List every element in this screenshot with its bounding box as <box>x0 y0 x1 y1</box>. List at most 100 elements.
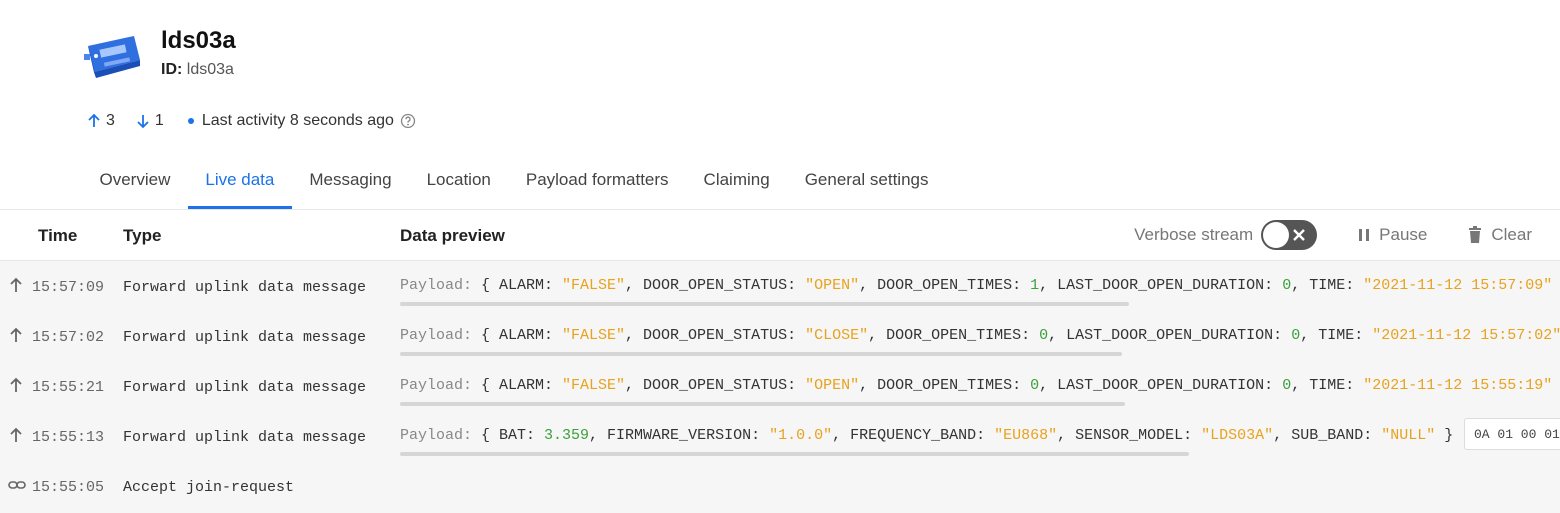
payload-scrollbar[interactable] <box>400 402 1125 406</box>
event-row[interactable]: 15:55:21 Forward uplink data message Paylo… <box>0 360 1560 410</box>
event-payload: Payload: { ALARM: "FALSE", DOOR_OPEN_STA… <box>400 277 1552 294</box>
payload-string: "FALSE" <box>562 327 626 344</box>
event-time: 15:57:09 <box>32 279 105 296</box>
event-row[interactable]: 15:57:09 Forward uplink data message Paylo… <box>0 260 1560 310</box>
payload-key: , TIME: <box>1291 277 1364 294</box>
payload-key: { ALARM: <box>481 377 563 394</box>
tab-live-data[interactable]: Live data <box>187 160 292 209</box>
payload-key: , DOOR_OPEN_TIMES: <box>859 377 1031 394</box>
arrow-up-icon <box>8 377 26 398</box>
payload-key: , DOOR_OPEN_TIMES: <box>868 327 1040 344</box>
tab-messaging[interactable]: Messaging <box>292 160 409 209</box>
event-type: Forward uplink data message <box>123 429 367 446</box>
payload-key: { BAT: <box>481 427 545 444</box>
uplink-count: 3 <box>86 112 115 130</box>
payload-number: 0 <box>1282 277 1292 294</box>
payload-string: "FALSE" <box>562 277 626 294</box>
payload-string: "1.0.0" <box>769 427 833 444</box>
device-id-label: ID: <box>161 61 183 78</box>
tab-location[interactable]: Location <box>409 160 508 209</box>
close-icon <box>1293 229 1306 241</box>
link-icon <box>8 477 26 498</box>
column-time: Time <box>38 226 78 245</box>
payload-key: , DOOR_OPEN_TIMES: <box>859 277 1031 294</box>
payload-scrollbar[interactable] <box>400 302 1129 306</box>
device-id-value: lds03a <box>186 61 234 78</box>
event-type: Forward uplink data message <box>123 379 367 396</box>
event-type: Accept join-request <box>123 479 295 496</box>
payload-key: , TIME: <box>1300 327 1373 344</box>
arrow-up-icon <box>88 113 100 127</box>
payload-key: , FREQUENCY_BAND: <box>832 427 995 444</box>
device-title: lds03a <box>161 27 236 54</box>
event-time: 15:55:21 <box>32 379 105 396</box>
payload-label: Payload: <box>400 277 482 294</box>
event-type: Forward uplink data message <box>123 279 367 296</box>
arrow-up-icon <box>8 327 26 348</box>
payload-key: { ALARM: <box>481 327 563 344</box>
pause-button[interactable]: Pause <box>1357 225 1427 245</box>
clear-button[interactable]: Clear <box>1467 225 1532 245</box>
verbose-stream-toggle[interactable] <box>1261 220 1318 250</box>
last-activity-label: Last activity <box>201 112 286 129</box>
toggle-knob <box>1263 222 1290 248</box>
downlink-count: 1 <box>135 112 164 130</box>
payload-key: , DOOR_OPEN_STATUS: <box>625 327 806 344</box>
tab-overview[interactable]: Overview <box>82 160 188 209</box>
device-tabs: Overview Live data Messaging Location Pa… <box>82 160 946 209</box>
event-row[interactable]: 15:57:02 Forward uplink data message Paylo… <box>0 310 1560 360</box>
payload-string: "2021-11-12 15:57:09" <box>1363 277 1553 294</box>
payload-label: Payload: <box>400 427 482 444</box>
payload-key: , DOOR_OPEN_STATUS: <box>625 277 806 294</box>
payload-string: "OPEN" <box>805 377 860 394</box>
device-stats: 3 1 Last activity 8 seconds ago <box>86 110 416 132</box>
status-dot <box>187 118 194 124</box>
payload-label: Payload: <box>400 377 482 394</box>
event-payload: Payload: { ALARM: "FALSE", DOOR_OPEN_STA… <box>400 327 1560 344</box>
help-icon[interactable] <box>400 113 416 129</box>
payload-number: 3.359 <box>544 427 590 444</box>
device-id: ID: lds03a <box>161 61 234 79</box>
trash-icon <box>1469 226 1482 243</box>
payload-number: 0 <box>1030 377 1040 394</box>
event-payload: Payload: { ALARM: "FALSE", DOOR_OPEN_STA… <box>400 377 1552 394</box>
payload-string: "CLOSE" <box>805 327 869 344</box>
event-time: 15:57:02 <box>32 329 105 346</box>
arrow-up-icon <box>8 427 26 448</box>
payload-key: , DOOR_OPEN_STATUS: <box>625 377 806 394</box>
arrow-up-icon <box>8 277 26 298</box>
event-time: 15:55:05 <box>32 479 105 496</box>
device-header: lds03a ID: lds03a 3 1 Last activity 8 se… <box>0 0 1560 210</box>
payload-string: "2021-11-12 15:55:19" <box>1363 377 1553 394</box>
last-activity-time: 8 seconds ago <box>289 112 394 129</box>
tab-claiming[interactable]: Claiming <box>686 160 787 209</box>
event-row[interactable]: 15:55:05 Accept join-request <box>0 460 1560 510</box>
tab-payload-formatters[interactable]: Payload formatters <box>508 160 686 209</box>
payload-string: "2021-11-12 15:57:02" <box>1372 327 1560 344</box>
column-type: Type <box>123 226 162 245</box>
payload-scrollbar[interactable] <box>400 452 1189 456</box>
event-row[interactable]: 15:55:13 Forward uplink data message Paylo… <box>0 410 1560 460</box>
payload-key: , LAST_DOOR_OPEN_DURATION: <box>1039 377 1283 394</box>
raw-payload-box: 0A 01 00 01 <box>1464 418 1560 450</box>
pause-icon <box>1359 229 1370 241</box>
payload-key: { ALARM: <box>481 277 563 294</box>
pause-label: Pause <box>1379 225 1428 244</box>
payload-key: , LAST_DOOR_OPEN_DURATION: <box>1048 327 1292 344</box>
live-data-panel: Time Type Data preview Verbose stream Pa… <box>0 210 1560 513</box>
stream-controls: Verbose stream Pause Clear <box>1134 220 1532 250</box>
payload-key: , SENSOR_MODEL: <box>1057 427 1202 444</box>
uplink-count-value: 3 <box>106 112 115 129</box>
payload-string: "FALSE" <box>562 377 626 394</box>
payload-key: , FIRMWARE_VERSION: <box>589 427 770 444</box>
event-time: 15:55:13 <box>32 429 105 446</box>
payload-key: , SUB_BAND: <box>1273 427 1382 444</box>
payload-scrollbar[interactable] <box>400 352 1122 356</box>
payload-number: 0 <box>1282 377 1292 394</box>
events-table-header: Time Type Data preview Verbose stream Pa… <box>0 210 1560 261</box>
event-payload: Payload: { BAT: 3.359, FIRMWARE_VERSION:… <box>400 427 1453 444</box>
tab-general-settings[interactable]: General settings <box>787 160 946 209</box>
payload-string: "LDS03A" <box>1201 427 1274 444</box>
downlink-count-value: 1 <box>154 112 164 129</box>
payload-key: } <box>1435 427 1454 444</box>
